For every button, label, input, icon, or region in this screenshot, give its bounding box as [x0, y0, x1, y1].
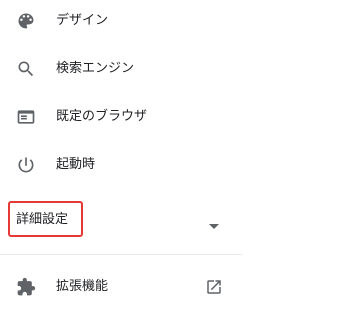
sidebar-item-on-startup[interactable]: 起動時 [0, 145, 240, 185]
sidebar-item-label: デザイン [56, 13, 109, 28]
sidebar-item-label: 検索エンジン [56, 61, 135, 76]
sidebar-item-search-engine[interactable]: 検索エンジン [0, 49, 240, 89]
divider [0, 254, 242, 255]
power-icon [16, 155, 36, 175]
advanced-settings-toggle[interactable]: 詳細設定 [0, 200, 240, 240]
search-icon [16, 59, 36, 79]
sidebar-item-default-browser[interactable]: 既定のブラウザ [0, 97, 240, 137]
palette-icon [16, 11, 36, 31]
sidebar-item-label: 拡張機能 [56, 279, 109, 294]
sidebar-item-appearance[interactable]: デザイン [0, 1, 240, 41]
open-in-new-icon [205, 278, 223, 296]
sidebar-item-label: 起動時 [56, 157, 96, 172]
settings-sidebar: デザイン 検索エンジン 既定のブラウザ 起動時 詳細設定 拡張機能 [0, 0, 357, 310]
advanced-settings-label: 詳細設定 [16, 212, 69, 227]
browser-window-icon [16, 107, 36, 127]
sidebar-item-label: 既定のブラウザ [56, 109, 148, 124]
chevron-down-icon [209, 216, 219, 229]
puzzle-icon [16, 277, 36, 297]
sidebar-item-extensions[interactable]: 拡張機能 [0, 267, 240, 307]
